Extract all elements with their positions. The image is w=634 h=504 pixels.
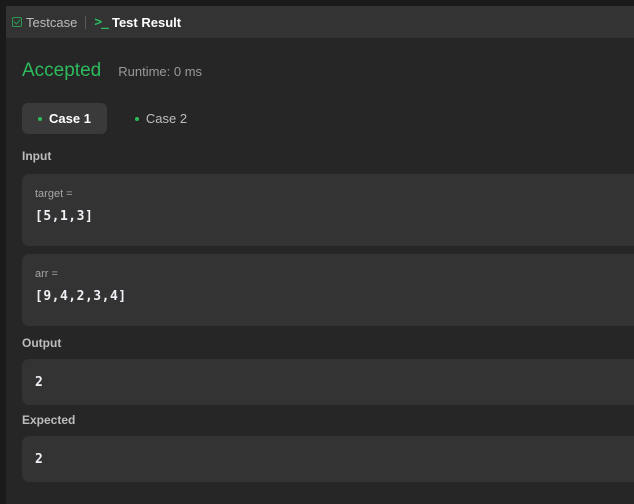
status-text: Accepted: [22, 60, 102, 81]
tab-testcase[interactable]: Testcase: [12, 15, 77, 30]
pass-dot-icon: [134, 116, 139, 121]
input-label: Input: [22, 149, 52, 163]
runtime-text: Runtime: 0 ms: [118, 64, 203, 79]
input-param-target: target = [5,1,3]: [22, 174, 634, 246]
case-tab-2[interactable]: Case 2: [119, 103, 203, 134]
output-label: Output: [22, 336, 62, 350]
expected-value: 2: [35, 451, 44, 467]
input-param-arr: arr = [9,4,2,3,4]: [22, 254, 634, 326]
case-tab-label: Case 1: [49, 111, 91, 126]
param-name: target =: [35, 188, 73, 200]
output-box: 2: [22, 359, 634, 405]
output-value: 2: [35, 374, 44, 390]
param-value: [9,4,2,3,4]: [35, 289, 127, 304]
tab-testcase-label: Testcase: [26, 14, 78, 30]
param-value: [5,1,3]: [35, 209, 94, 224]
expected-box: 2: [22, 436, 634, 482]
status-row: Accepted Runtime: 0 ms: [22, 60, 634, 84]
tab-test-result[interactable]: >_ Test Result: [94, 15, 181, 30]
terminal-icon: >_: [94, 14, 109, 30]
case-tab-label: Case 2: [145, 111, 188, 126]
expected-label: Expected: [22, 413, 76, 427]
param-name: arr =: [35, 268, 58, 280]
checkbox-icon: [12, 17, 22, 27]
case-tabs: Case 1 Case 2: [22, 103, 634, 134]
case-tab-1[interactable]: Case 1: [22, 103, 107, 134]
tab-test-result-label: Test Result: [111, 14, 182, 30]
test-result-panel: Testcase >_ Test Result Accepted Runtime…: [0, 0, 634, 504]
tab-divider: [85, 15, 87, 29]
pass-dot-icon: [38, 116, 42, 121]
result-content: Accepted Runtime: 0 ms Case 1 Case 2 Inp…: [6, 60, 634, 482]
panel-tab-bar: Testcase >_ Test Result: [6, 6, 634, 38]
